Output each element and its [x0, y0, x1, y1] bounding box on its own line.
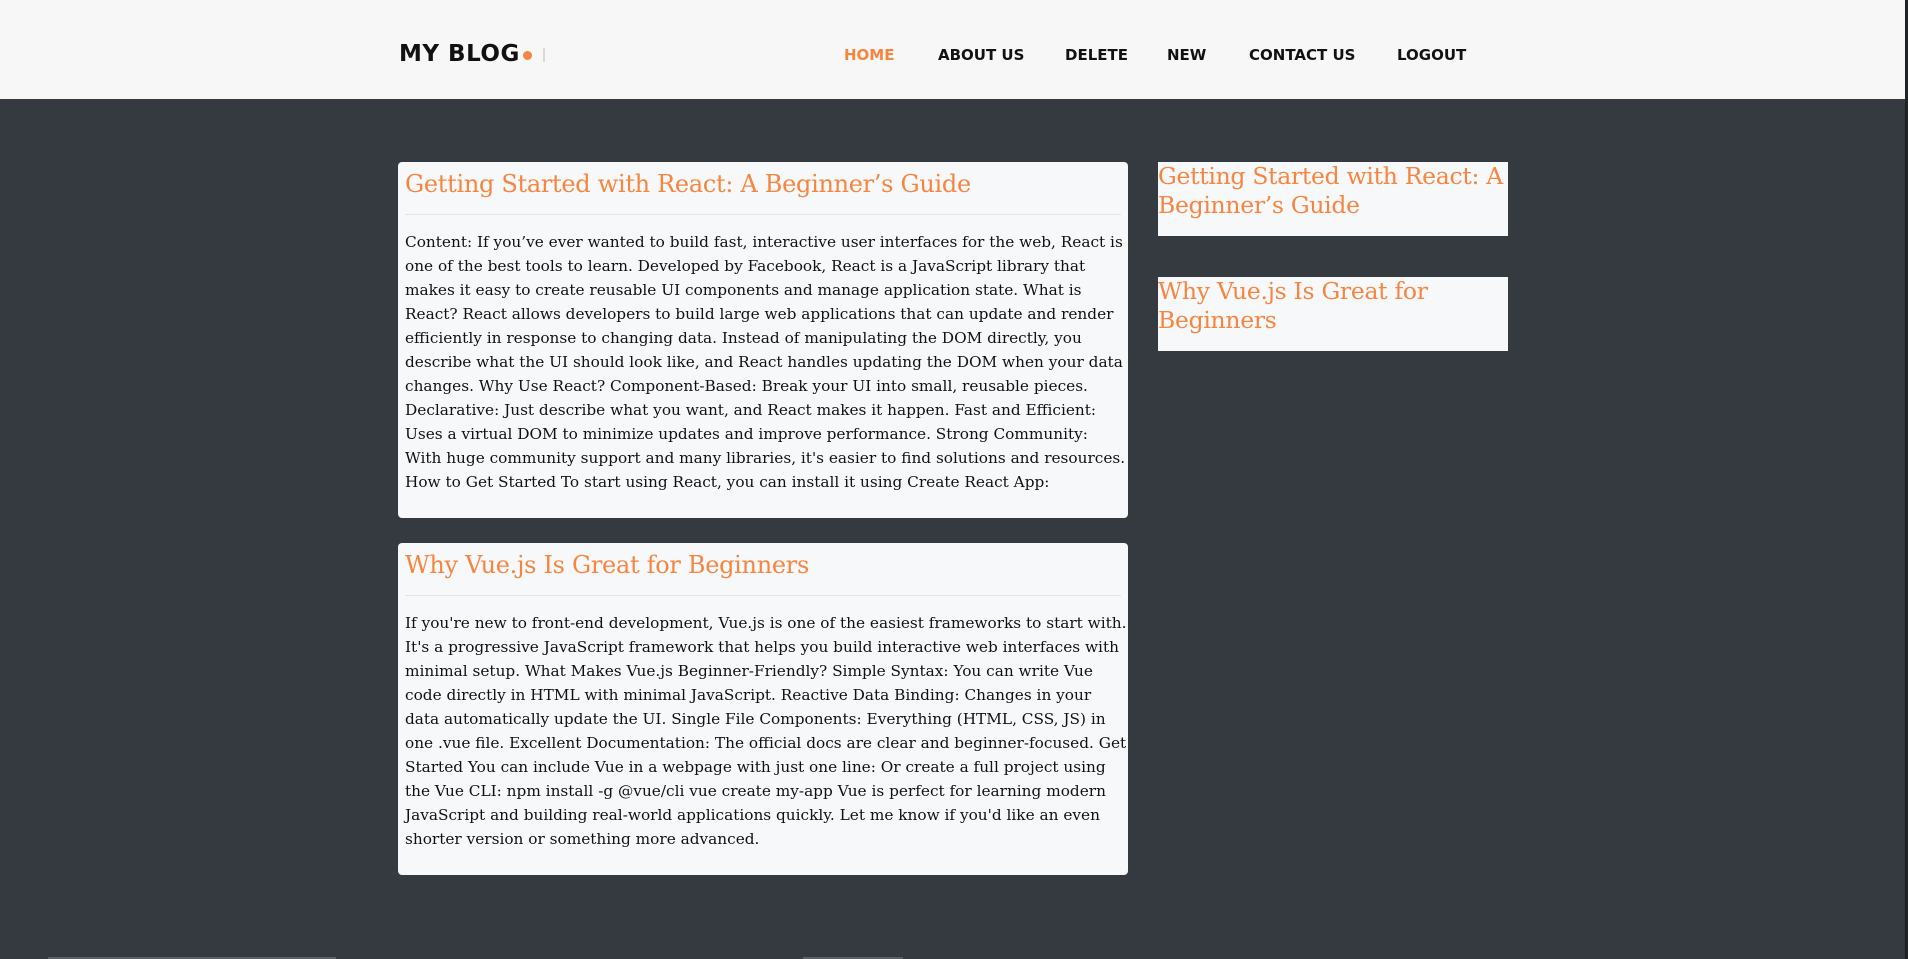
post-title[interactable]: Why Vue.js Is Great for Beginners	[405, 549, 809, 581]
sidebar-post-card: Getting Started with React: A Beginner’s…	[1158, 162, 1508, 236]
post-divider	[405, 595, 1121, 596]
post-divider	[405, 214, 1121, 215]
post-content: Content: If you’ve ever wanted to build …	[405, 233, 1126, 491]
nav-item-delete[interactable]: DELETE	[1065, 45, 1128, 65]
post-content: If you're new to front-end development, …	[405, 614, 1127, 848]
top-navbar: MY BLOG HOME ABOUT US DELETE NEW CONTACT…	[0, 0, 1905, 99]
nav-item-home[interactable]: HOME	[844, 45, 894, 65]
brand-logo[interactable]: MY BLOG	[399, 39, 532, 69]
nav-item-logout[interactable]: LOGOUT	[1397, 45, 1466, 65]
brand-dot-icon	[522, 51, 532, 60]
nav-item-about-us[interactable]: ABOUT US	[938, 45, 1024, 65]
post-title[interactable]: Getting Started with React: A Beginner’s…	[405, 168, 971, 200]
post-card: Why Vue.js Is Great for Beginners If you…	[398, 543, 1128, 875]
sidebar-post-title[interactable]: Why Vue.js Is Great for Beginners	[1158, 277, 1508, 335]
text-cursor-icon	[543, 48, 545, 62]
brand-name: MY BLOG	[399, 41, 520, 67]
sidebar-post-card: Why Vue.js Is Great for Beginners	[1158, 277, 1508, 351]
sidebar-post-title[interactable]: Getting Started with React: A Beginner’s…	[1158, 162, 1508, 220]
nav-item-new[interactable]: NEW	[1167, 45, 1206, 65]
nav-item-contact-us[interactable]: CONTACT US	[1249, 45, 1355, 65]
post-card: Getting Started with React: A Beginner’s…	[398, 162, 1128, 518]
